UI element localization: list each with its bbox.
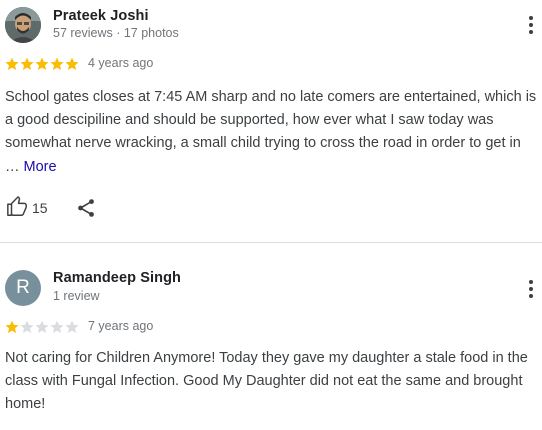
avatar[interactable] — [5, 7, 41, 43]
star-icon — [35, 320, 49, 333]
review-date: 4 years ago — [88, 56, 154, 70]
star-icon — [50, 320, 64, 333]
star-rating — [5, 57, 81, 71]
star-rating — [5, 320, 81, 334]
review-date: 7 years ago — [88, 319, 154, 333]
like-count: 15 — [32, 200, 48, 216]
review-body: School gates closes at 7:45 AM sharp and… — [5, 89, 537, 152]
star-icon — [20, 320, 34, 333]
star-icon — [65, 57, 79, 70]
avatar[interactable]: R — [5, 270, 41, 306]
review-card: R Ramandeep Singh 1 review 7 years ago N… — [0, 243, 542, 430]
review-text: School gates closes at 7:45 AM sharp and… — [5, 86, 537, 179]
thumbs-up-icon[interactable] — [6, 196, 28, 218]
review-card: Prateek Joshi 57 reviews · 17 photos 4 y… — [0, 0, 542, 242]
avatar-photo-icon — [5, 7, 41, 43]
more-vert-icon[interactable] — [524, 279, 538, 299]
star-icon — [5, 57, 19, 70]
reviewer-meta: 57 reviews · 17 photos — [53, 26, 179, 40]
more-link[interactable]: More — [24, 159, 57, 175]
star-icon — [5, 320, 19, 333]
star-icon — [50, 57, 64, 70]
star-icon — [65, 320, 79, 333]
review-ellipsis: … — [5, 158, 24, 175]
review-text: Not caring for Children Anymore! Today t… — [5, 350, 528, 413]
more-vert-icon[interactable] — [524, 15, 538, 35]
reviewer-meta: 1 review — [53, 289, 100, 303]
share-icon[interactable] — [75, 197, 97, 219]
star-icon — [20, 57, 34, 70]
reviewer-name[interactable]: Ramandeep Singh — [53, 270, 181, 286]
reviewer-name[interactable]: Prateek Joshi — [53, 8, 149, 24]
star-icon — [35, 57, 49, 70]
